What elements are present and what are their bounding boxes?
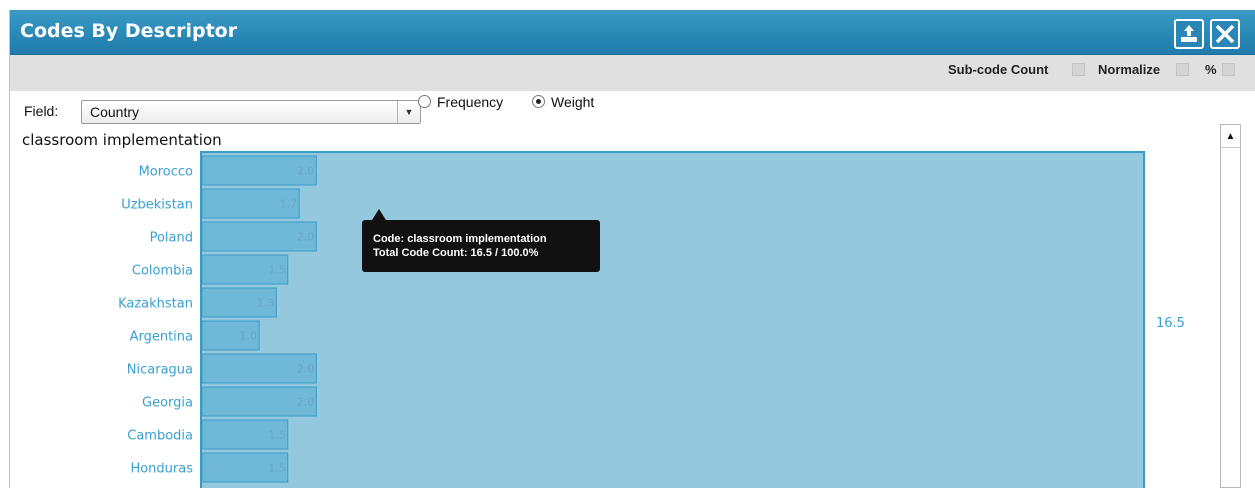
frequency-radio[interactable] (418, 95, 431, 108)
normalize-checkbox[interactable] (1176, 63, 1189, 76)
codes-by-descriptor-window: Codes By Descriptor Sub-code Count Norma… (9, 10, 1255, 488)
field-select[interactable]: Country ▼ (81, 100, 421, 124)
code-title: classroom implementation (22, 131, 222, 149)
subcode-count-label: Sub-code Count (948, 62, 1049, 77)
vertical-scrollbar[interactable]: ▲ (1220, 124, 1241, 488)
field-select-value: Country (90, 104, 140, 120)
percent-label: % (1205, 62, 1217, 77)
scroll-up-arrow-icon[interactable]: ▲ (1221, 125, 1240, 148)
percent-checkbox[interactable] (1222, 63, 1235, 76)
chevron-down-icon[interactable]: ▼ (397, 101, 420, 123)
frequency-label: Frequency (437, 94, 504, 110)
window-title: Codes By Descriptor (20, 20, 238, 42)
title-bar: Codes By Descriptor (10, 10, 1255, 55)
field-row: Field: Country ▼ (10, 91, 1255, 127)
subcode-count-checkbox[interactable] (1072, 63, 1085, 76)
tooltip-total: Total Code Count: 16.5 / 100.0% (373, 247, 539, 259)
tooltip: Code: classroom implementation Total Cod… (362, 209, 600, 272)
field-label: Field: (24, 103, 59, 119)
weight-radio[interactable] (532, 95, 545, 108)
close-icon[interactable] (1210, 19, 1240, 49)
tooltip-code: Code: classroom implementation (373, 233, 547, 245)
normalize-label: Normalize (1098, 62, 1161, 77)
weight-label: Weight (551, 94, 595, 110)
options-bar: Sub-code Count Normalize % (10, 55, 1255, 91)
export-icon[interactable] (1174, 19, 1204, 49)
